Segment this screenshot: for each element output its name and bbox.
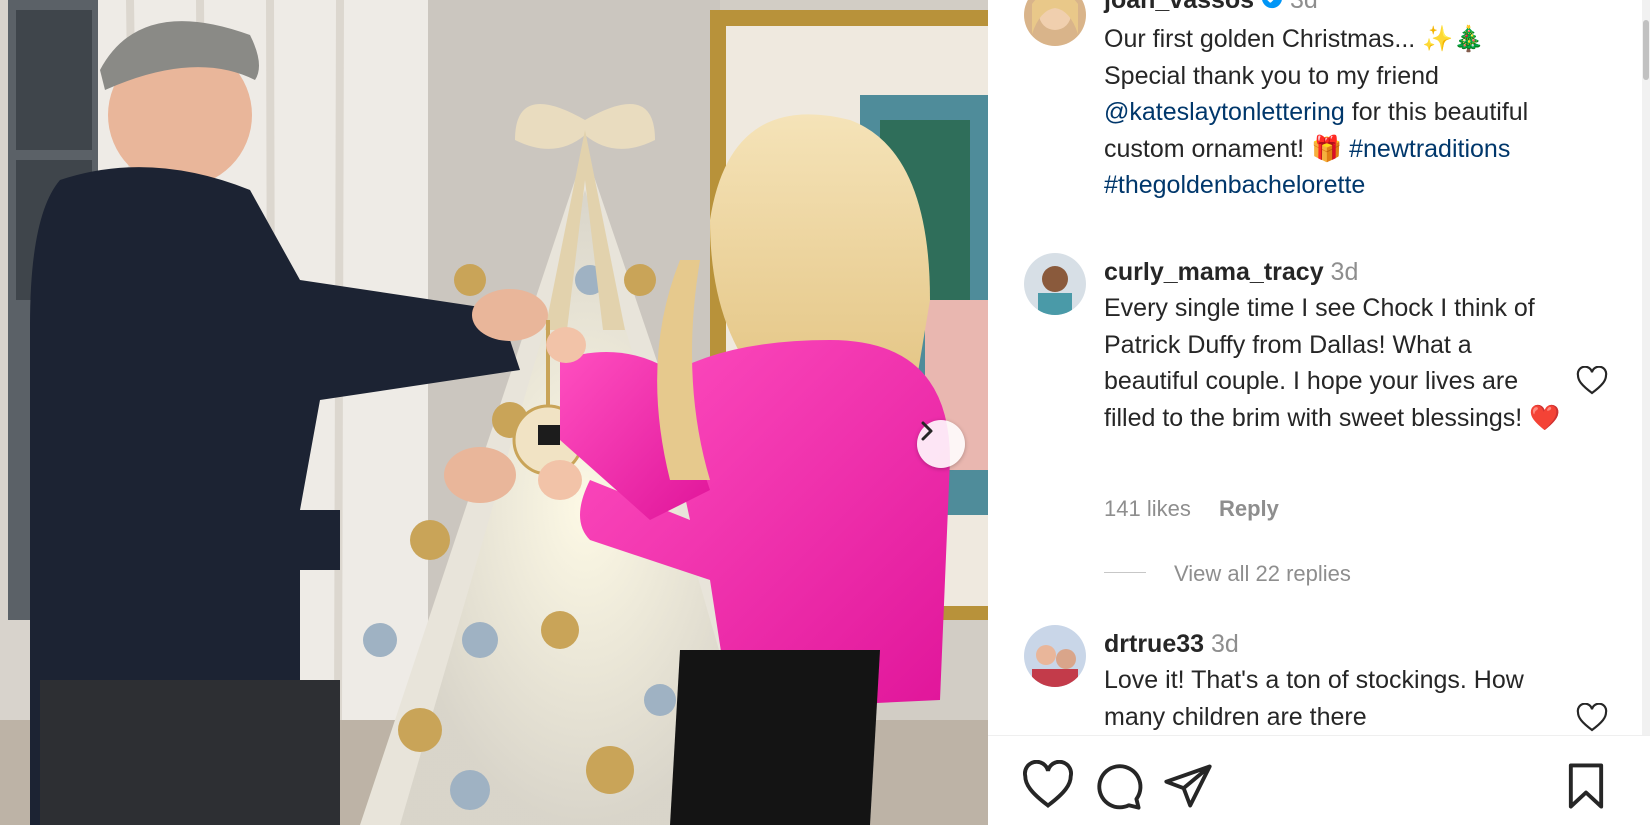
comments-panel: joan_vassos 3d Our first golden Christma… xyxy=(988,0,1650,825)
author-username[interactable]: joan_vassos xyxy=(1104,0,1254,14)
comment-time: 3d xyxy=(1330,258,1359,286)
replies-line xyxy=(1104,572,1146,573)
post-photo xyxy=(0,0,988,825)
comment-text: Love it! That's a ton of stockings. How … xyxy=(1104,666,1524,731)
post-caption: Our first golden Christmas... ✨🎄 Special… xyxy=(1104,21,1604,204)
bookmark-icon xyxy=(1560,763,1612,816)
view-replies-button[interactable]: View all 22 replies xyxy=(1174,561,1351,587)
scrollbar-thumb[interactable] xyxy=(1643,20,1649,80)
caption-header: joan_vassos 3d xyxy=(1104,0,1604,20)
comment-icon xyxy=(1092,764,1144,816)
author-avatar[interactable] xyxy=(1024,0,1086,46)
save-button[interactable] xyxy=(1560,760,1612,812)
reply-button[interactable]: Reply xyxy=(1219,496,1279,521)
post-action-bar xyxy=(988,759,1650,820)
comments-scrollbar[interactable] xyxy=(1642,0,1650,735)
caption-line-4: custom ornament! 🎁 #newtraditions xyxy=(1104,131,1604,168)
mention-link[interactable]: @kateslaytonlettering xyxy=(1104,98,1345,126)
heart-icon xyxy=(1022,759,1074,816)
hashtag-link[interactable]: #newtraditions xyxy=(1349,135,1510,163)
verified-badge-icon xyxy=(1261,0,1283,20)
next-image-button[interactable] xyxy=(917,420,965,468)
comment-header: curly_mama_tracy 3d xyxy=(1104,254,1604,291)
commenter-avatar[interactable] xyxy=(1024,625,1086,687)
share-icon xyxy=(1162,764,1214,816)
comment-actions-row: 141 likes Reply xyxy=(1104,496,1301,522)
comment-button[interactable] xyxy=(1092,760,1144,812)
comment-likes-count[interactable]: 141 likes xyxy=(1104,496,1191,521)
caption-line-1: Our first golden Christmas... ✨🎄 xyxy=(1104,25,1485,53)
caption-line-2: Special thank you to my friend xyxy=(1104,61,1439,90)
caption-line-5: #thegoldenbachelorette xyxy=(1104,167,1604,204)
comment-username[interactable]: drtrue33 xyxy=(1104,630,1204,658)
caption-line-4-text: custom ornament! 🎁 xyxy=(1104,134,1350,163)
comment-like-button[interactable] xyxy=(1576,365,1608,396)
comment-header: drtrue33 3d xyxy=(1104,626,1604,663)
comment-like-button[interactable] xyxy=(1576,702,1608,733)
caption-line-3-text: for this beautiful xyxy=(1344,98,1529,126)
actions-divider xyxy=(988,735,1650,736)
commenter-avatar[interactable] xyxy=(1024,253,1086,315)
photo-illustration xyxy=(0,0,988,825)
comment-time: 3d xyxy=(1211,630,1239,658)
hashtag-link[interactable]: #thegoldenbachelorette xyxy=(1104,171,1365,199)
comment-text: Every single time I see Chock I think of… xyxy=(1104,294,1561,432)
like-button[interactable] xyxy=(1022,759,1074,812)
share-button[interactable] xyxy=(1162,760,1214,812)
heart-icon xyxy=(1576,365,1608,400)
author-time: 3d xyxy=(1290,0,1318,14)
comment-username[interactable]: curly_mama_tracy xyxy=(1104,258,1324,286)
caption-line-3: @kateslaytonlettering for this beautiful xyxy=(1104,94,1604,131)
